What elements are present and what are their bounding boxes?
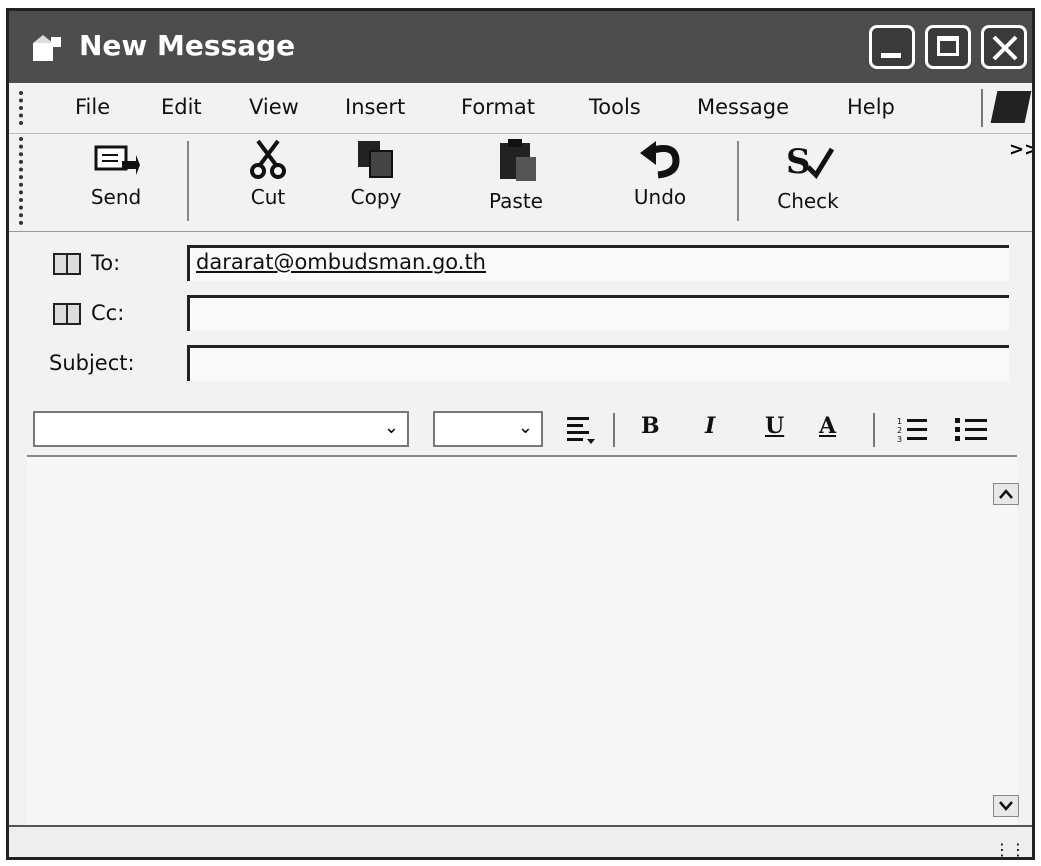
- cc-label: Cc:: [91, 301, 125, 325]
- chevron-down-icon: ⌄: [517, 417, 533, 438]
- bold-button[interactable]: B: [641, 413, 660, 439]
- cc-field[interactable]: [187, 295, 1009, 331]
- subject-field[interactable]: [187, 345, 1009, 381]
- subject-row: Subject:: [9, 343, 1032, 389]
- menu-message[interactable]: Message: [697, 95, 789, 119]
- menu-format[interactable]: Format: [461, 95, 535, 119]
- toolbar-separator: [737, 141, 739, 221]
- maximize-button[interactable]: [925, 25, 971, 69]
- copy-icon: [358, 141, 393, 178]
- menu-edit[interactable]: Edit: [161, 95, 202, 119]
- menu-bar: File Edit View Insert Format Tools Messa…: [9, 83, 1032, 134]
- resize-grip-icon[interactable]: ⋮⋮: [994, 840, 1026, 857]
- cut-icon: [250, 139, 286, 179]
- status-bar: ⋮⋮: [9, 825, 1032, 857]
- to-row: To: dararat@ombudsman.go.th: [9, 243, 1032, 289]
- windows-logo-icon: [990, 91, 1032, 123]
- copy-label: Copy: [350, 185, 402, 209]
- check-icon: S: [786, 142, 834, 182]
- undo-label: Undo: [633, 185, 687, 209]
- send-icon: [94, 145, 140, 175]
- scroll-up-icon: [999, 489, 1013, 499]
- toolbar-grip[interactable]: [19, 137, 27, 225]
- new-message-window: New Message File Edit View Insert Format…: [6, 8, 1035, 860]
- close-button[interactable]: [981, 25, 1027, 69]
- to-recipient[interactable]: dararat@ombudsman.go.th: [196, 250, 486, 274]
- address-book-icon[interactable]: [53, 303, 81, 325]
- menu-view[interactable]: View: [249, 95, 299, 119]
- svg-text:S: S: [786, 142, 811, 182]
- font-size-select[interactable]: ⌄: [433, 411, 543, 447]
- cut-label: Cut: [250, 185, 286, 209]
- to-field[interactable]: dararat@ombudsman.go.th: [187, 245, 1009, 281]
- bullet-list-icon[interactable]: [955, 415, 989, 445]
- menu-separator: [981, 89, 983, 127]
- undo-button[interactable]: Undo: [605, 139, 715, 225]
- font-name-select[interactable]: ⌄: [33, 411, 409, 447]
- menu-file[interactable]: File: [75, 95, 110, 119]
- subject-label: Subject:: [49, 351, 135, 375]
- font-color-button[interactable]: A: [819, 413, 836, 439]
- cut-button[interactable]: Cut: [213, 139, 323, 225]
- to-label: To:: [91, 251, 121, 275]
- format-separator: [613, 413, 615, 447]
- close-icon: [992, 35, 1018, 61]
- title-bar[interactable]: New Message: [9, 11, 1032, 83]
- svg-text:3: 3: [897, 435, 902, 444]
- underline-button[interactable]: U: [765, 413, 784, 439]
- menu-grip[interactable]: [19, 91, 27, 125]
- send-button[interactable]: Send: [61, 139, 171, 225]
- toolbar: Send Cut Copy Paste Undo S Check >: [9, 133, 1032, 232]
- undo-icon: [640, 141, 680, 179]
- check-button[interactable]: S Check: [753, 139, 863, 225]
- toolbar-separator: [187, 141, 189, 221]
- italic-button[interactable]: I: [705, 413, 715, 439]
- menu-help[interactable]: Help: [847, 95, 895, 119]
- scroll-down-button[interactable]: [993, 795, 1019, 817]
- svg-text:1: 1: [897, 417, 902, 426]
- numbered-list-icon[interactable]: 123: [897, 415, 929, 445]
- new-message-icon: [33, 35, 61, 61]
- message-body-editor[interactable]: [27, 455, 1019, 827]
- minimize-button[interactable]: [869, 25, 915, 69]
- send-label: Send: [90, 185, 142, 209]
- copy-button[interactable]: Copy: [321, 139, 431, 225]
- paste-button[interactable]: Paste: [461, 139, 571, 225]
- paragraph-style-icon[interactable]: [565, 415, 597, 445]
- svg-text:2: 2: [897, 426, 902, 435]
- toolbar-overflow-button[interactable]: >>: [1009, 139, 1032, 160]
- paste-icon: [500, 139, 536, 181]
- scroll-up-button[interactable]: [993, 483, 1019, 505]
- menu-insert[interactable]: Insert: [345, 95, 405, 119]
- cc-row: Cc:: [9, 293, 1032, 339]
- paste-label: Paste: [489, 189, 543, 213]
- menu-tools[interactable]: Tools: [589, 95, 641, 119]
- window-title: New Message: [79, 29, 296, 62]
- format-separator: [873, 413, 875, 447]
- scroll-down-icon: [999, 801, 1013, 811]
- chevron-down-icon: ⌄: [383, 417, 399, 438]
- check-label: Check: [777, 189, 839, 213]
- address-book-icon[interactable]: [53, 253, 81, 275]
- formatting-bar: ⌄ ⌄ B I U A 123: [25, 403, 1032, 455]
